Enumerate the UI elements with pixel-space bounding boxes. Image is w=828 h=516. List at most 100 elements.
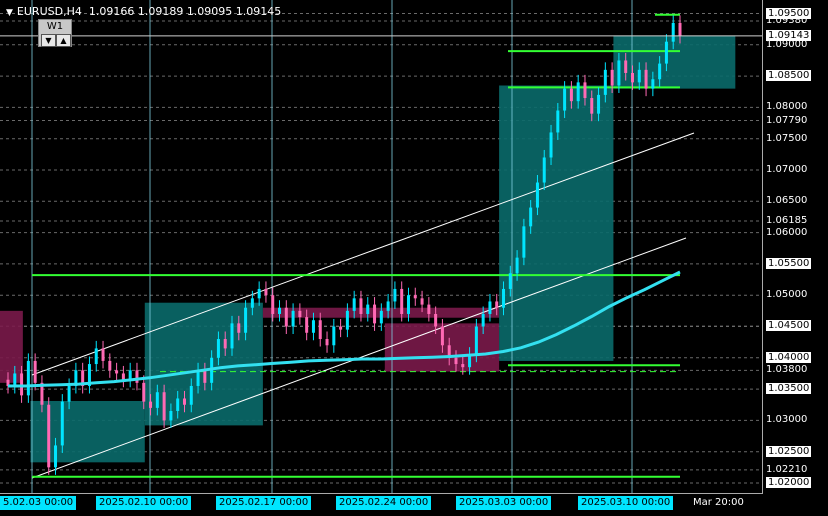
candle-body xyxy=(196,370,200,386)
candle-body xyxy=(617,60,621,86)
candle-body xyxy=(610,69,614,86)
candle-body xyxy=(474,326,478,355)
candle-body xyxy=(535,182,539,208)
candle-body xyxy=(149,401,153,408)
candle-body xyxy=(216,339,220,358)
candle-body xyxy=(284,307,288,327)
timeframe-label: W1 xyxy=(46,21,64,32)
price-label: 1.09380 xyxy=(766,15,808,27)
timeframe-down-button[interactable]: ▼ xyxy=(41,34,56,47)
demand-zone xyxy=(499,85,614,361)
candle-body xyxy=(189,385,193,405)
candle-body xyxy=(508,273,512,289)
candle-body xyxy=(664,41,668,64)
candle-body xyxy=(529,207,533,227)
supply-zone xyxy=(0,310,23,383)
candle-body xyxy=(121,373,125,380)
candle-body xyxy=(250,298,254,308)
candle-body xyxy=(13,373,17,386)
candle-body xyxy=(658,63,662,80)
price-label: 1.05000 xyxy=(766,289,808,301)
time-label: Mar 20:00 xyxy=(693,497,744,508)
price-label: 1.04500 xyxy=(766,320,812,332)
candle-body xyxy=(624,60,628,73)
ohlc-values: 1.09166 1.09189 1.09095 1.09145 xyxy=(88,5,282,18)
candle-body xyxy=(26,360,30,396)
candle-body xyxy=(556,110,560,133)
candle-body xyxy=(542,157,546,183)
candle-body xyxy=(366,304,370,314)
price-label: 1.02500 xyxy=(766,445,812,457)
candle-body xyxy=(33,360,37,383)
time-label: 2025.03.03 00:00 xyxy=(456,496,552,510)
candle-body xyxy=(495,301,499,308)
candle-body xyxy=(47,404,51,468)
price-label: 1.03500 xyxy=(766,383,812,395)
timeframe-up-button[interactable]: ▲ xyxy=(56,34,71,47)
price-label: 1.02000 xyxy=(766,476,812,488)
candle-body xyxy=(332,326,336,346)
price-chart[interactable] xyxy=(0,0,828,516)
price-label: 1.04000 xyxy=(766,351,812,363)
candle-body xyxy=(162,392,166,421)
price-label: 1.05500 xyxy=(766,257,812,269)
candle-body xyxy=(223,339,227,349)
candle-body xyxy=(305,317,309,333)
chart-header: ▼ EURUSD,H4 1.09166 1.09189 1.09095 1.091… xyxy=(6,5,281,18)
candle-body xyxy=(488,301,492,314)
price-label: 1.06185 xyxy=(766,215,808,227)
candle-body xyxy=(169,411,173,421)
candle-body xyxy=(644,69,648,89)
time-label: 2025.03.10 00:00 xyxy=(578,496,674,510)
candle-body xyxy=(576,82,580,102)
price-label: 1.03800 xyxy=(766,364,808,376)
collapse-triangle-icon[interactable]: ▼ xyxy=(6,8,13,18)
candle-body xyxy=(278,307,282,314)
candle-body xyxy=(318,320,322,340)
price-label: 1.07790 xyxy=(766,114,808,126)
candle-body xyxy=(203,370,207,383)
candle-body xyxy=(230,323,234,349)
candle-body xyxy=(352,298,356,311)
candle-body xyxy=(454,357,458,365)
candle-body xyxy=(155,392,159,408)
candle-body xyxy=(569,88,573,102)
candle-body xyxy=(142,382,146,402)
candle-body xyxy=(237,323,241,333)
price-label: 1.08500 xyxy=(766,70,812,82)
candle-body xyxy=(108,360,112,371)
candle-body xyxy=(345,310,349,330)
price-axis-divider xyxy=(762,0,763,494)
candle-body xyxy=(244,307,248,333)
current-price-label: 1.09143 xyxy=(766,29,812,41)
candle-body xyxy=(298,310,302,318)
candle-body xyxy=(434,313,438,327)
candle-body xyxy=(54,445,58,468)
candle-body xyxy=(60,401,64,446)
candle-body xyxy=(325,339,329,346)
candle-body xyxy=(413,295,417,299)
candle-body xyxy=(182,398,186,405)
candle-body xyxy=(20,373,24,396)
candle-body xyxy=(257,288,261,299)
price-label: 1.02210 xyxy=(766,463,808,475)
candle-body xyxy=(101,348,105,361)
candle-body xyxy=(420,298,424,305)
candle-body xyxy=(637,69,641,83)
candle-body xyxy=(339,326,343,330)
candle-body xyxy=(311,320,315,333)
timeframe-selector[interactable]: W1 ▼ ▲ xyxy=(38,19,72,47)
candle-body xyxy=(264,288,268,296)
candle-body xyxy=(115,370,119,374)
price-label: 1.09000 xyxy=(766,38,808,50)
candle-body xyxy=(359,298,363,314)
price-label: 1.06500 xyxy=(766,195,808,207)
price-label: 1.07500 xyxy=(766,132,808,144)
candle-body xyxy=(590,98,594,114)
symbol-label: EURUSD,H4 xyxy=(16,5,82,18)
chart-zones xyxy=(0,35,736,463)
time-label: 2025.02.10 00:00 xyxy=(96,496,192,510)
candle-body xyxy=(583,82,587,99)
candle-body xyxy=(291,310,295,327)
candle-body xyxy=(440,326,444,346)
